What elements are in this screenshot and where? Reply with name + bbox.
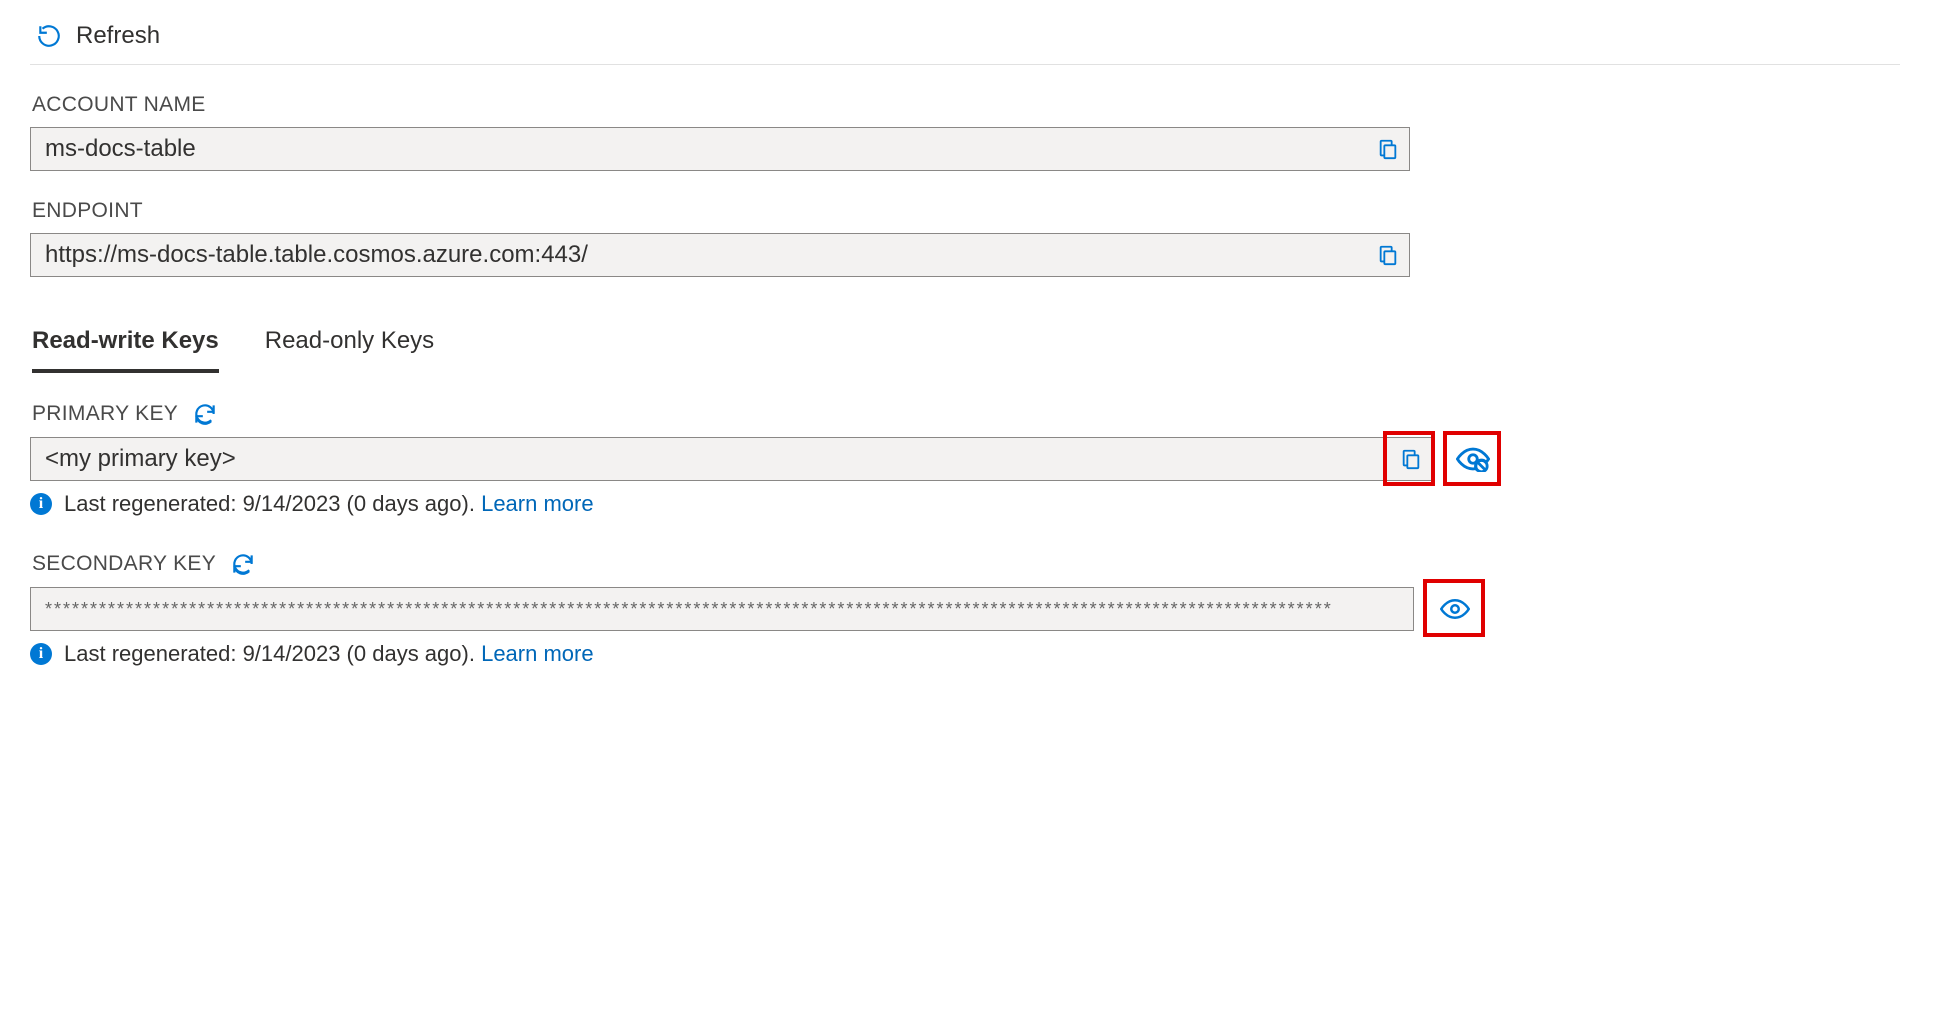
endpoint-value[interactable]: https://ms-docs-table.table.cosmos.azure… xyxy=(31,234,1367,276)
secondary-key-label-row: SECONDARY KEY xyxy=(32,551,256,577)
learn-more-link[interactable]: Learn more xyxy=(481,641,594,666)
endpoint-label: ENDPOINT xyxy=(32,199,1900,223)
account-name-field: ms-docs-table xyxy=(30,127,1410,171)
tab-read-write-keys[interactable]: Read-write Keys xyxy=(32,317,219,373)
eye-hidden-icon[interactable] xyxy=(1445,431,1500,486)
tab-read-only-keys[interactable]: Read-only Keys xyxy=(265,317,434,373)
account-name-label: ACCOUNT NAME xyxy=(32,93,1900,117)
secondary-key-label: SECONDARY KEY xyxy=(32,552,216,576)
secondary-key-value[interactable]: ****************************************… xyxy=(31,588,1413,630)
info-icon: i xyxy=(30,493,52,515)
secondary-key-info: i Last regenerated: 9/14/2023 (0 days ag… xyxy=(30,641,1900,667)
refresh-icon[interactable] xyxy=(36,23,62,49)
learn-more-link[interactable]: Learn more xyxy=(481,491,594,516)
primary-key-info: i Last regenerated: 9/14/2023 (0 days ag… xyxy=(30,491,1900,517)
copy-icon[interactable] xyxy=(1390,438,1432,480)
info-icon: i xyxy=(30,643,52,665)
regenerate-icon[interactable] xyxy=(192,401,218,427)
copy-icon[interactable] xyxy=(1367,234,1409,276)
keys-tabs: Read-write Keys Read-only Keys xyxy=(30,317,1900,373)
toolbar: Refresh xyxy=(30,16,1900,65)
primary-key-value[interactable]: <my primary key> xyxy=(31,438,1390,480)
secondary-key-field: ****************************************… xyxy=(30,587,1414,631)
primary-key-field: <my primary key> xyxy=(30,437,1433,481)
refresh-button-label[interactable]: Refresh xyxy=(76,22,160,50)
regenerate-icon[interactable] xyxy=(230,551,256,577)
endpoint-field: https://ms-docs-table.table.cosmos.azure… xyxy=(30,233,1410,277)
keys-pane: Refresh ACCOUNT NAME ms-docs-table ENDPO… xyxy=(0,0,1940,687)
primary-key-regenerated-text: Last regenerated: 9/14/2023 (0 days ago)… xyxy=(64,491,481,516)
account-name-value[interactable]: ms-docs-table xyxy=(31,128,1367,170)
primary-key-label-row: PRIMARY KEY xyxy=(32,401,218,427)
copy-icon[interactable] xyxy=(1367,128,1409,170)
secondary-key-regenerated-text: Last regenerated: 9/14/2023 (0 days ago)… xyxy=(64,641,481,666)
primary-key-label: PRIMARY KEY xyxy=(32,402,178,426)
eye-icon[interactable] xyxy=(1426,581,1484,636)
